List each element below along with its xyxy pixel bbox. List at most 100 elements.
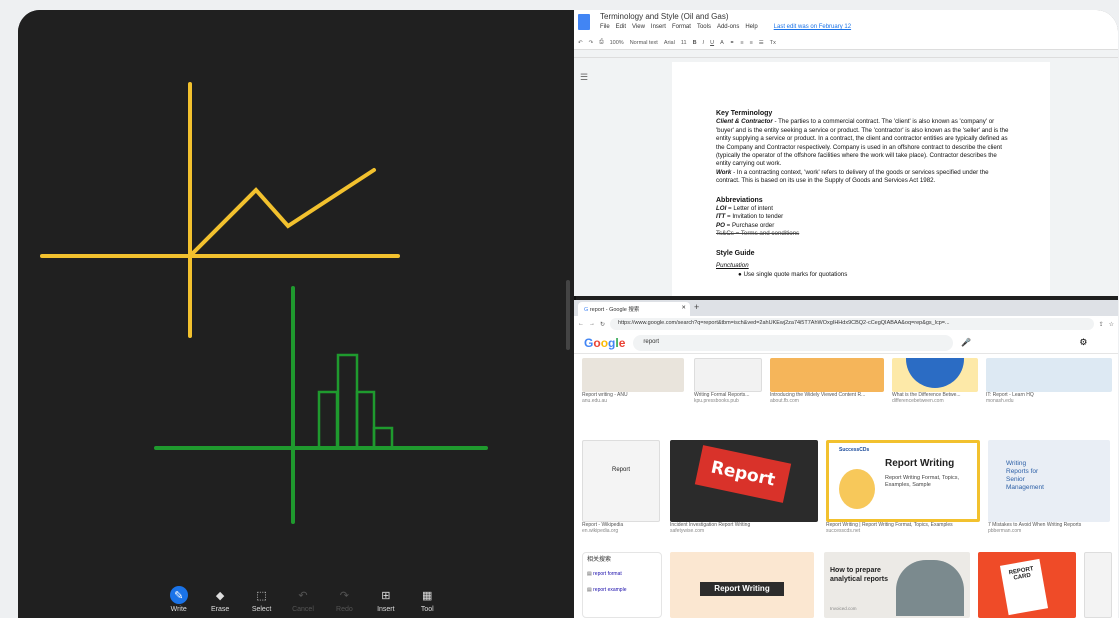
image-result[interactable] xyxy=(1084,552,1112,618)
redo-icon[interactable]: ↷ xyxy=(589,40,594,46)
related-item[interactable]: ▤ report format xyxy=(587,571,657,577)
mic-icon[interactable]: 🎤 xyxy=(961,338,971,347)
result-thumbnail[interactable]: Report Writing xyxy=(670,552,814,618)
image-result[interactable]: Report writing - ANU anu.edu.au xyxy=(582,358,684,404)
search-input[interactable]: report xyxy=(633,334,954,351)
thumbnail-text: Report xyxy=(611,467,630,473)
link-icon[interactable]: ⚭ xyxy=(730,40,735,46)
image-result[interactable]: Report Report - Wikipedia en.wikipedia.org xyxy=(582,440,660,534)
result-thumbnail[interactable] xyxy=(892,358,978,392)
font-size-select[interactable]: 11 xyxy=(681,40,687,46)
result-thumbnail[interactable]: How to prepare analytical reports Invoice… xyxy=(824,552,970,618)
insert-tool[interactable]: ⊞ Insert xyxy=(365,586,406,618)
menu-addons[interactable]: Add-ons xyxy=(717,24,739,30)
menu-file[interactable]: File xyxy=(600,24,610,30)
related-label: report format xyxy=(593,571,622,577)
image-result[interactable]: What is the Difference Betwe... differenc… xyxy=(892,358,978,404)
tool-label: Insert xyxy=(377,606,395,613)
result-thumbnail[interactable] xyxy=(770,358,884,392)
list-icon[interactable]: ☰ xyxy=(759,40,764,46)
image-result[interactable]: Writing Reports for Senior Management 7 M… xyxy=(988,440,1110,534)
result-thumbnail[interactable]: Report xyxy=(670,440,818,522)
abbr-item: LOI = Letter of intent xyxy=(716,205,773,213)
google-logo[interactable]: Google xyxy=(584,336,625,350)
erase-tool[interactable]: ◆ Erase xyxy=(199,586,240,618)
url-input[interactable]: https://www.google.com/search?q=report&t… xyxy=(610,318,1094,330)
cancel-tool[interactable]: ↶ Cancel xyxy=(282,586,323,618)
result-thumbnail[interactable] xyxy=(986,358,1112,392)
result-source: kpu.pressbooks.pub xyxy=(694,398,739,404)
document-page[interactable]: Key Terminology Client & Contractor - Th… xyxy=(672,62,1050,296)
reload-icon[interactable]: ↻ xyxy=(600,321,605,328)
forward-icon[interactable]: → xyxy=(589,321,595,327)
write-tool[interactable]: ✎ Write xyxy=(158,586,199,618)
result-thumbnail[interactable]: SuccessCDs Report Writing Report Writing F… xyxy=(826,440,980,522)
document-title[interactable]: Terminology and Style (Oil and Gas) xyxy=(600,12,729,21)
heading-key-terminology: Key Terminology xyxy=(716,110,773,117)
image-result[interactable]: REPORT CARD xyxy=(978,552,1076,618)
image-result[interactable]: Introducing the Widely Viewed Content R.… xyxy=(770,358,884,404)
result-thumbnail[interactable] xyxy=(694,358,762,392)
image-result[interactable]: How to prepare analytical reports Invoice… xyxy=(824,552,970,618)
text-color-icon[interactable]: A xyxy=(720,40,724,46)
tools-tool[interactable]: ▦ Tool xyxy=(407,586,448,618)
font-select[interactable]: Arial xyxy=(664,40,675,46)
align-center-icon[interactable]: ≡ xyxy=(750,40,753,46)
thumbnail-brand: SuccessCDs xyxy=(839,447,870,453)
related-item[interactable]: ▤ report example xyxy=(587,587,657,593)
menu-tools[interactable]: Tools xyxy=(697,24,711,30)
menu-format[interactable]: Format xyxy=(672,24,691,30)
underline-icon[interactable]: U xyxy=(710,40,714,46)
back-icon[interactable]: ← xyxy=(578,321,584,327)
abbr-item: PO = Purchase order xyxy=(716,221,775,229)
result-thumbnail[interactable]: Report xyxy=(582,440,660,522)
result-source: pbberman.com xyxy=(988,528,1022,534)
thumbnail-text: Writing Reports for Senior Management xyxy=(1006,460,1044,491)
yellow-line-graph xyxy=(188,168,376,258)
share-icon[interactable]: ⇪ xyxy=(1099,321,1104,328)
image-result[interactable]: SuccessCDs Report Writing Report Writing F… xyxy=(826,440,980,534)
redo-icon: ↷ xyxy=(339,589,349,602)
whiteboard-canvas[interactable]: ✎ Write ◆ Erase ⬚ Select ↶ Cancel ↷ Redo ⊞ Ins… xyxy=(18,10,574,618)
print-icon[interactable]: ⎙ xyxy=(599,39,603,46)
image-result[interactable]: Writing Formal Reports... kpu.pressbooks.… xyxy=(694,358,762,404)
style-select[interactable]: Normal text xyxy=(630,40,658,46)
undo-icon[interactable]: ↶ xyxy=(578,40,583,46)
docs-logo-icon[interactable] xyxy=(578,14,590,30)
italic-icon[interactable]: I xyxy=(703,40,705,46)
menu-help[interactable]: Help xyxy=(745,24,757,30)
align-left-icon[interactable]: ≡ xyxy=(740,40,743,46)
heading-abbreviations: Abbreviations xyxy=(716,196,763,204)
tools-grid-icon: ▦ xyxy=(422,589,433,602)
whiteboard-drawing[interactable] xyxy=(18,10,574,618)
outline-icon[interactable]: ☰ xyxy=(580,72,588,83)
menu-edit[interactable]: Edit xyxy=(616,24,626,30)
redo-tool[interactable]: ↷ Redo xyxy=(324,586,365,618)
select-tool[interactable]: ⬚ Select xyxy=(241,586,282,618)
result-thumbnail[interactable] xyxy=(1084,552,1112,618)
split-drag-handle[interactable] xyxy=(566,280,570,350)
image-result[interactable]: Report Incident Investigation Report Writ… xyxy=(670,440,818,534)
paragraph: Work - In a contracting context, 'work' … xyxy=(716,168,989,185)
lasso-select-icon: ⬚ xyxy=(256,589,267,602)
settings-icon[interactable]: ⚙ xyxy=(1079,337,1087,348)
menu-insert[interactable]: Insert xyxy=(651,24,666,30)
close-icon[interactable]: ✕ xyxy=(681,305,686,311)
browser-tab[interactable]: G report - Google 搜索 ✕ xyxy=(578,302,690,316)
image-result[interactable]: IT: Report - Learn HQ monash.edu xyxy=(986,358,1112,404)
result-thumbnail[interactable] xyxy=(582,358,684,392)
result-thumbnail[interactable]: REPORT CARD xyxy=(978,552,1076,618)
thumbnail-text: REPORT CARD xyxy=(999,558,1049,616)
star-icon[interactable]: ☆ xyxy=(1109,321,1118,328)
image-result[interactable]: Report Writing xyxy=(670,552,814,618)
docs-ruler[interactable] xyxy=(574,50,1118,58)
result-thumbnail[interactable]: Writing Reports for Senior Management xyxy=(988,440,1110,522)
bold-icon[interactable]: B xyxy=(693,40,697,46)
new-tab-icon[interactable]: + xyxy=(694,302,699,312)
tool-label: Cancel xyxy=(292,606,314,613)
menu-view[interactable]: View xyxy=(632,24,645,30)
zoom-select[interactable]: 100% xyxy=(610,40,624,46)
last-edit-link[interactable]: Last edit was on February 12 xyxy=(774,24,851,30)
clear-format-icon[interactable]: Tx xyxy=(770,40,776,46)
tab-bar: G report - Google 搜索 ✕ + xyxy=(574,300,1118,316)
